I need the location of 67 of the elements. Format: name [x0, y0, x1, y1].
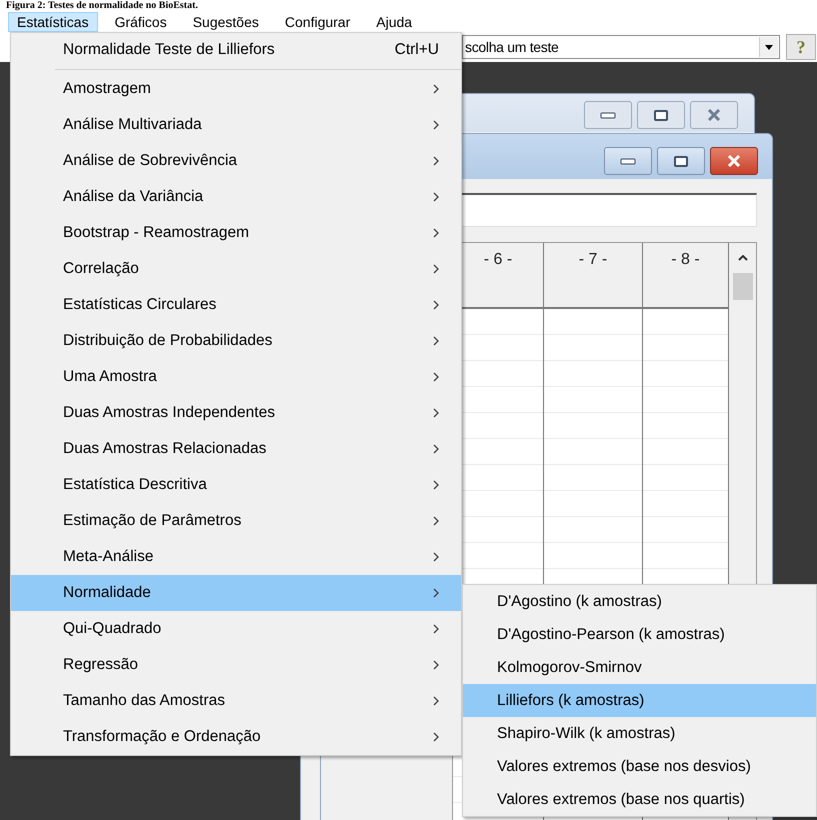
menu-item[interactable]: Meta-Análise: [11, 539, 461, 575]
figure-caption: Figura 2: Testes de normalidade no BioEstat.: [6, 0, 199, 11]
chevron-icon: [433, 408, 439, 418]
chevron-icon: [433, 120, 439, 130]
chevron-icon: [433, 264, 439, 274]
chevron-icon: [433, 300, 439, 310]
chevron-icon: [433, 588, 439, 598]
chevron-icon: [433, 372, 439, 382]
chevron-icon: [433, 516, 439, 526]
maximize-icon: [674, 156, 688, 166]
menu-item[interactable]: Amostragem: [11, 71, 461, 107]
menu-item[interactable]: Uma Amostra: [11, 359, 461, 395]
chevron-icon: [433, 156, 439, 166]
menu-item[interactable]: Tamanho das Amostras: [11, 683, 461, 719]
minimize-icon: [620, 157, 636, 165]
chevron-icon: [433, 84, 439, 94]
minimize-button[interactable]: [604, 147, 652, 175]
menu-item[interactable]: Qui-Quadrado: [11, 611, 461, 647]
menu-item[interactable]: Normalidade: [11, 575, 461, 611]
chevron-icon: [433, 480, 439, 490]
help-button[interactable]: ?: [786, 34, 816, 60]
menu-bar-item[interactable]: Gráficos: [106, 12, 176, 32]
dropdown-arrow-icon: [765, 44, 773, 50]
menu-bar-item[interactable]: Estatísticas: [8, 12, 98, 32]
maximize-button[interactable]: [657, 147, 705, 175]
menu-item[interactable]: Estatística Descritiva: [11, 467, 461, 503]
chevron-icon: [433, 444, 439, 454]
menu-item[interactable]: Shapiro-Wilk (k amostras): [463, 717, 816, 750]
chevron-icon: [433, 336, 439, 346]
menu-item[interactable]: Duas Amostras Relacionadas: [11, 431, 461, 467]
chevron-icon: [433, 624, 439, 634]
maximize-icon: [654, 110, 668, 120]
chevron-icon: [433, 696, 439, 706]
menu-item[interactable]: D'Agostino (k amostras): [463, 585, 816, 618]
menu-item[interactable]: Valores extremos (base nos desvios): [463, 750, 816, 783]
chevron-icon: [433, 552, 439, 562]
menu-item[interactable]: Regressão: [11, 647, 461, 683]
chevron-icon: [433, 660, 439, 670]
chevron-icon: [433, 228, 439, 238]
menu-item[interactable]: Distribuição de Probabilidades: [11, 323, 461, 359]
menu-item[interactable]: Valores extremos (base nos quartis): [463, 783, 816, 816]
menu-bar-item[interactable]: Sugestões: [184, 12, 268, 32]
maximize-button[interactable]: [637, 101, 685, 129]
menu-bar-item[interactable]: Ajuda: [367, 12, 422, 32]
menu-item[interactable]: Duas Amostras Independentes: [11, 395, 461, 431]
close-button[interactable]: [710, 147, 758, 175]
chevron-icon: [433, 192, 439, 202]
minimize-button[interactable]: [584, 101, 632, 129]
close-icon: [707, 109, 721, 121]
menu-item[interactable]: Análise Multivariada: [11, 107, 461, 143]
test-select[interactable]: scolha um teste: [462, 35, 780, 59]
menu-item[interactable]: Transformação e Ordenação: [11, 719, 461, 755]
menu-item[interactable]: Kolmogorov-Smirnov: [463, 651, 816, 684]
menu-item[interactable]: D'Agostino-Pearson (k amostras): [463, 618, 816, 651]
menu-item[interactable]: Estimação de Parâmetros: [11, 503, 461, 539]
menu-item[interactable]: Análise da Variância: [11, 179, 461, 215]
chevron-icon: [433, 732, 439, 742]
minimize-icon: [600, 111, 616, 119]
scroll-up-icon: [738, 255, 748, 261]
scroll-thumb[interactable]: [732, 273, 752, 300]
menu-bar-item[interactable]: Configurar: [276, 12, 360, 32]
menu-item[interactable]: Análise de Sobrevivência: [11, 143, 461, 179]
column-header[interactable]: - 7 -: [544, 243, 642, 309]
menu-item[interactable]: Lilliefors (k amostras): [463, 684, 816, 717]
close-icon: [727, 155, 741, 167]
menu-item[interactable]: Normalidade Teste de Lilliefors Ctrl+U: [11, 33, 461, 67]
column-header[interactable]: - 8 -: [643, 243, 728, 309]
